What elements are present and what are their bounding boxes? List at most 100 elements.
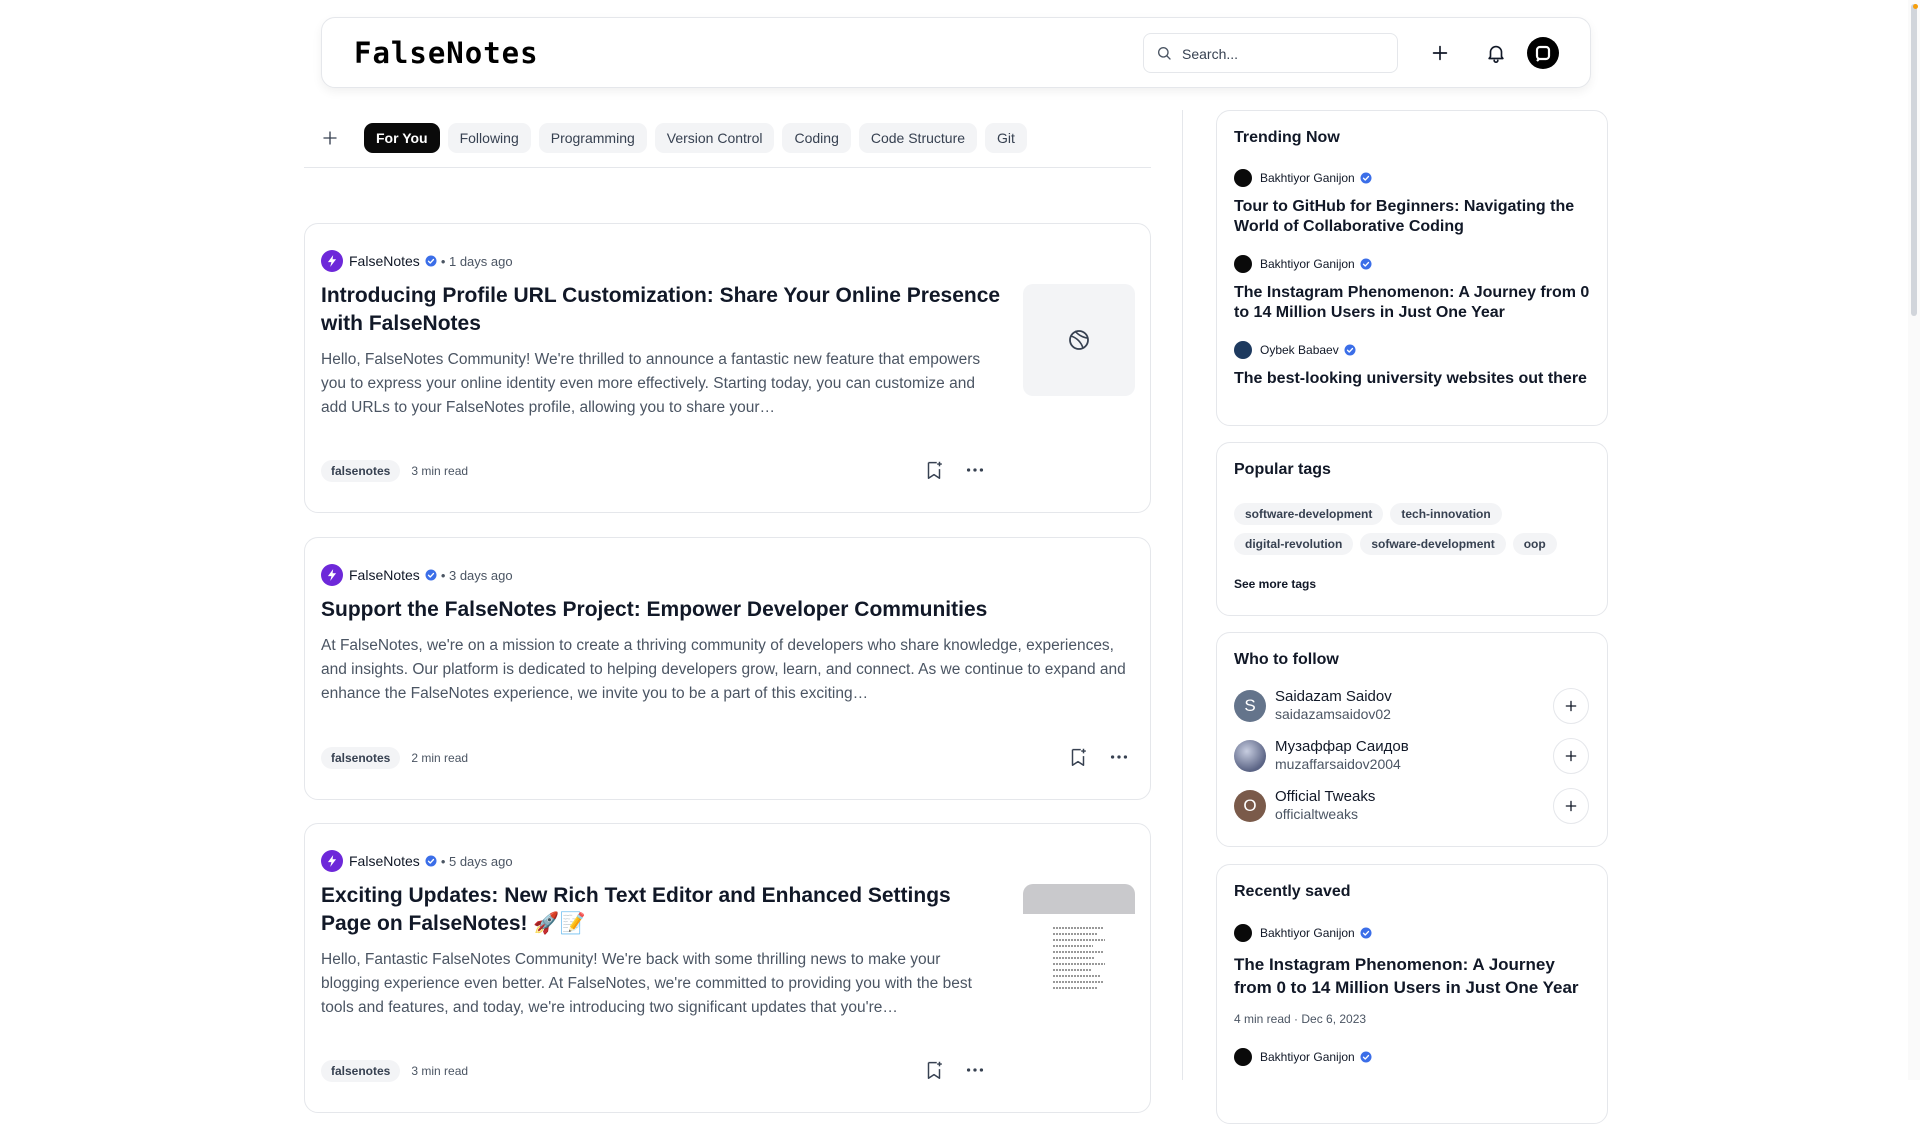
- follow-suggestion[interactable]: S Saidazam Saidov saidazamsaidov02: [1234, 688, 1594, 724]
- top-navbar: FalseNotes: [321, 17, 1591, 88]
- post-author[interactable]: FalseNotes: [349, 567, 420, 583]
- follow-user-handle: saidazamsaidov02: [1275, 706, 1391, 722]
- tab-programming[interactable]: Programming: [538, 123, 647, 153]
- tab-for-you[interactable]: For You: [364, 123, 440, 153]
- post-time: • 5 days ago: [440, 853, 513, 869]
- follow-suggestion[interactable]: Музаффар Саидов muzaffarsaidov2004: [1234, 738, 1594, 774]
- post-title[interactable]: Introducing Profile URL Customization: S…: [321, 282, 1001, 338]
- follow-suggestion[interactable]: O Official Tweaks officialtweaks: [1234, 788, 1594, 824]
- post-author[interactable]: FalseNotes: [349, 853, 420, 869]
- more-options-icon[interactable]: [964, 1059, 986, 1081]
- see-more-tags-link[interactable]: See more tags: [1234, 577, 1316, 591]
- verified-badge-icon: [1360, 927, 1372, 939]
- post-card[interactable]: FalseNotes • 3 days ago Support the Fals…: [304, 537, 1151, 800]
- trending-title: Trending Now: [1234, 129, 1340, 146]
- tag-pill[interactable]: sofware-development: [1360, 533, 1506, 555]
- add-tab-plus-icon[interactable]: [321, 129, 339, 147]
- post-time: • 1 days ago: [440, 253, 513, 269]
- post-footer: falsenotes 3 min read: [321, 1060, 468, 1082]
- post-footer: falsenotes 3 min read: [321, 460, 468, 482]
- tag-pill[interactable]: software-development: [1234, 503, 1384, 525]
- tab-coding[interactable]: Coding: [782, 123, 851, 153]
- post-meta: FalseNotes • 3 days ago: [321, 564, 513, 586]
- verified-badge-icon: [1360, 1051, 1372, 1063]
- follow-button[interactable]: [1553, 738, 1589, 774]
- post-tag[interactable]: falsenotes: [321, 747, 401, 769]
- verified-badge-icon: [425, 855, 437, 867]
- follow-button[interactable]: [1553, 788, 1589, 824]
- recently-saved-title: Recently saved: [1234, 883, 1351, 900]
- trending-author[interactable]: Oybek Babaev: [1234, 341, 1360, 359]
- post-tag[interactable]: falsenotes: [321, 460, 401, 482]
- verified-badge-icon: [1360, 258, 1372, 270]
- tab-code-structure[interactable]: Code Structure: [858, 123, 978, 153]
- trending-post-title[interactable]: The Instagram Phenomenon: A Journey from…: [1234, 283, 1594, 323]
- status-dot: [1913, 4, 1918, 9]
- search-box[interactable]: [1143, 33, 1398, 73]
- tab-following[interactable]: Following: [447, 123, 531, 153]
- post-title[interactable]: Exciting Updates: New Rich Text Editor a…: [321, 882, 1001, 938]
- who-to-follow-panel: Who to follow S Saidazam Saidov saidazam…: [1216, 632, 1608, 847]
- more-options-icon[interactable]: [964, 459, 986, 481]
- bookmark-icon[interactable]: [923, 459, 945, 481]
- post-excerpt: Hello, FalseNotes Community! We're thril…: [321, 351, 981, 416]
- author-avatar: [1234, 924, 1252, 942]
- more-options-icon[interactable]: [1108, 746, 1130, 768]
- author-name: Bakhtiyor Ganijon: [1260, 257, 1355, 271]
- popular-tags-title: Popular tags: [1234, 461, 1331, 478]
- follow-user-name[interactable]: Saidazam Saidov: [1275, 688, 1392, 705]
- site-logo[interactable]: FalseNotes: [354, 36, 539, 70]
- tag-pill[interactable]: oop: [1512, 533, 1557, 555]
- verified-badge-icon: [1360, 172, 1372, 184]
- follow-user-name[interactable]: Official Tweaks: [1275, 788, 1375, 805]
- follow-button[interactable]: [1553, 688, 1589, 724]
- trending-panel: Trending Now Bakhtiyor Ganijon Tour to G…: [1216, 110, 1608, 426]
- search-input[interactable]: [1180, 42, 1389, 66]
- author-avatar: [1234, 1048, 1252, 1066]
- trending-author[interactable]: Bakhtiyor Ganijon: [1234, 255, 1376, 273]
- trending-author[interactable]: Bakhtiyor Ganijon: [1234, 169, 1376, 187]
- new-post-plus-icon[interactable]: [1429, 42, 1451, 64]
- trending-post-title[interactable]: The best-looking university websites out…: [1234, 369, 1594, 389]
- scrollbar-thumb[interactable]: [1911, 4, 1917, 316]
- post-thumbnail[interactable]: [1023, 284, 1135, 396]
- tag-cloud: software-development tech-innovation dig…: [1234, 503, 1594, 555]
- user-avatar[interactable]: [1527, 37, 1559, 69]
- post-author[interactable]: FalseNotes: [349, 253, 420, 269]
- read-time: 2 min read: [411, 751, 469, 765]
- post-thumbnail-screenshot[interactable]: [1023, 884, 1135, 996]
- tab-git[interactable]: Git: [985, 123, 1027, 153]
- tab-list: For You Following Programming Version Co…: [364, 123, 1027, 153]
- post-card[interactable]: FalseNotes • 1 days ago Introducing Prof…: [304, 223, 1151, 513]
- saved-author[interactable]: Bakhtiyor Ganijon: [1234, 1048, 1376, 1066]
- saved-author[interactable]: Bakhtiyor Ganijon: [1234, 924, 1376, 942]
- post-meta: FalseNotes • 1 days ago: [321, 250, 513, 272]
- post-title[interactable]: Support the FalseNotes Project: Empower …: [321, 596, 1121, 624]
- post-excerpt: Hello, Fantastic FalseNotes Community! W…: [321, 951, 972, 1016]
- follow-user-name[interactable]: Музаффар Саидов: [1275, 738, 1409, 755]
- bell-icon[interactable]: [1485, 42, 1507, 64]
- post-card[interactable]: FalseNotes • 5 days ago Exciting Updates…: [304, 823, 1151, 1113]
- feed-tabs-bar: For You Following Programming Version Co…: [304, 121, 1151, 168]
- avatar: S: [1234, 690, 1266, 722]
- post-tag[interactable]: falsenotes: [321, 1060, 401, 1082]
- bookmark-icon[interactable]: [923, 1059, 945, 1081]
- tag-pill[interactable]: tech-innovation: [1390, 503, 1502, 525]
- post-meta: FalseNotes • 5 days ago: [321, 850, 513, 872]
- tab-version-control[interactable]: Version Control: [654, 123, 775, 153]
- author-avatar: [1234, 169, 1252, 187]
- bookmark-icon[interactable]: [1067, 746, 1089, 768]
- falsenotes-logo-icon: [321, 564, 343, 586]
- trending-post-title[interactable]: Tour to GitHub for Beginners: Navigating…: [1234, 197, 1594, 237]
- author-name: Oybek Babaev: [1260, 343, 1339, 357]
- popular-tags-panel: Popular tags software-development tech-i…: [1216, 442, 1608, 616]
- saved-post-title[interactable]: The Instagram Phenomenon: A Journey from…: [1234, 953, 1594, 999]
- author-avatar: [1234, 341, 1252, 359]
- who-to-follow-title: Who to follow: [1234, 651, 1339, 668]
- author-name: Bakhtiyor Ganijon: [1260, 1050, 1355, 1064]
- follow-user-handle: officialtweaks: [1275, 806, 1359, 822]
- plus-icon: [1565, 750, 1577, 762]
- recently-saved-panel: Recently saved Bakhtiyor Ganijon The Ins…: [1216, 864, 1608, 1124]
- verified-badge-icon: [1344, 344, 1356, 356]
- tag-pill[interactable]: digital-revolution: [1234, 533, 1354, 555]
